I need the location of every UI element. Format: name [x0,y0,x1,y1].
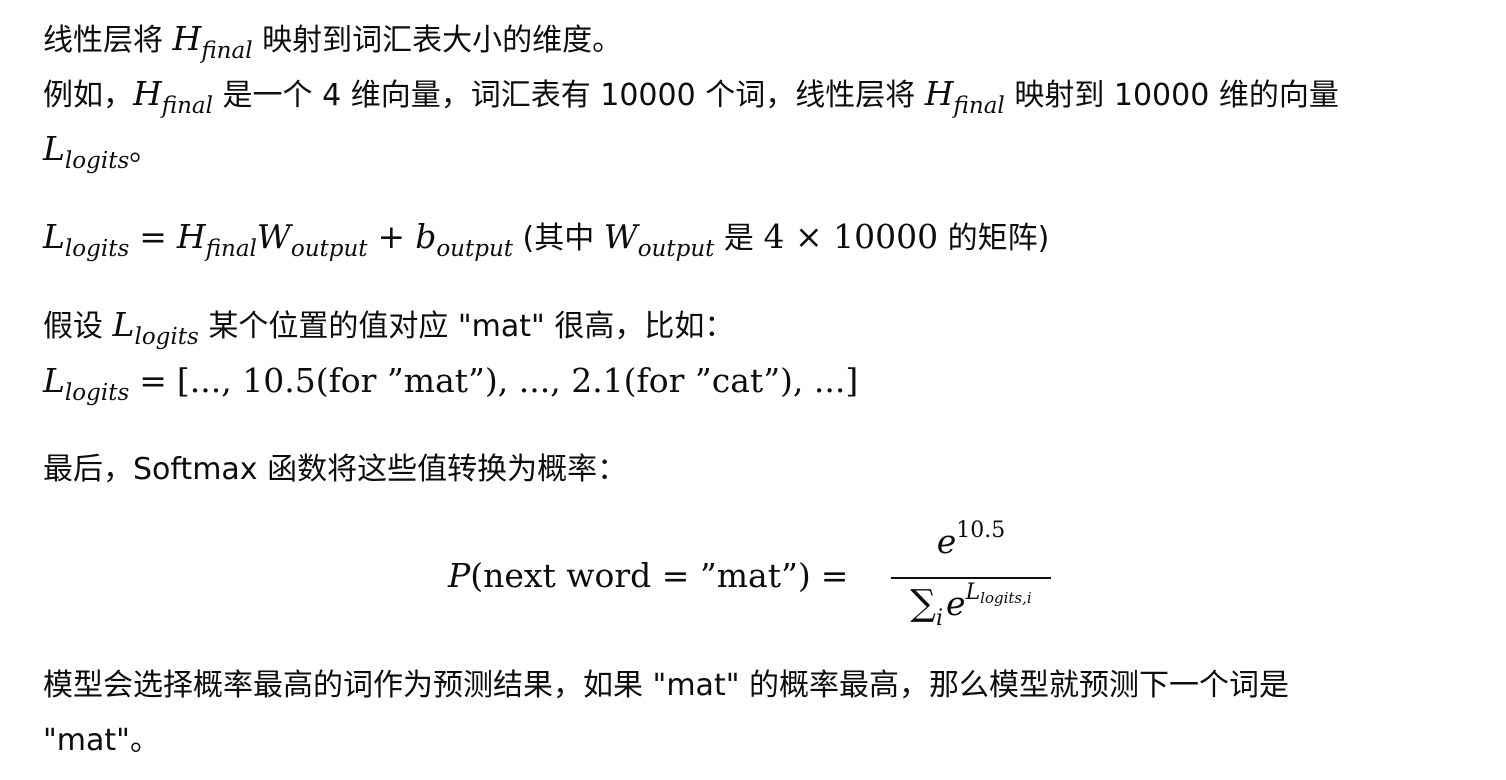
math-b-output: b [415,217,437,256]
text-span: 是 [714,221,764,256]
math-sum-symbol: ∑ [910,583,936,624]
fraction-denominator: ∑ieLlogits,i [891,580,1051,632]
text-span: (其中 [513,221,604,256]
equation-linear-projection: Llogits = HfinalWoutput + boutput (其中 Woutpu… [43,217,1050,262]
math-subscript: output [290,236,368,262]
math-subscript: logits [64,236,130,262]
math-subscript: logits [134,324,199,350]
paragraph-example-line-1: 例如，Hfinal 是一个 4 维向量，词汇表有 10000 个词，线性层将 H… [43,74,1339,119]
paragraph-softmax-intro: 最后，Softmax 函数将这些值转换为概率： [43,450,627,490]
paragraph-prediction-line-2: "mat"。 [43,721,160,761]
paragraph-linear-layer: 线性层将 Hfinal 映射到词汇表大小的维度。 [43,19,623,64]
math-h-final: H [176,217,206,256]
math-subscript: final [953,93,1005,119]
text-span: 映射到词汇表大小的维度。 [252,23,623,58]
text-span: 最后，Softmax 函数将这些值转换为概率： [43,452,628,487]
text-span: "mat"。 [43,723,160,758]
math-matrix-dims: 4 × 10000 [763,217,939,256]
math-e: e [946,584,966,623]
math-l-logits: L [43,361,65,400]
text-span: 的矩阵) [938,221,1050,256]
text-span: 是一个 4 维向量，词汇表有 10000 个词，线性层将 [213,78,925,113]
math-logits-values: [..., 10.5(for ”mat”), ..., 2.1(for ”cat… [176,361,859,400]
equation-softmax: P(next word = ”mat”) = e10.5 ∑ieLlogits,i [448,518,1088,632]
text-span: 线性层将 [43,23,173,58]
math-plus: + [377,217,406,256]
math-subscript: final [201,38,253,64]
equation-logits-vector: Llogits = [..., 10.5(for ”mat”), ..., 2.1(… [43,361,859,406]
math-subscript: logits,i [980,589,1032,607]
math-subscript: output [637,236,715,262]
math-exponent: L [965,580,981,605]
math-h-final: H [924,74,954,113]
fraction-numerator: e10.5 [891,518,1051,567]
math-l-logits: L [43,129,65,168]
math-w-output: W [256,217,291,256]
math-h-final: H [172,19,202,58]
math-l-logits: L [112,305,135,344]
paragraph-assume: 假设 Llogits 某个位置的值对应 "mat" 很高，比如： [43,305,735,350]
math-equals: = [139,217,167,256]
math-exponent: 10.5 [956,518,1006,543]
paragraph-example-line-2: Llogits。 [43,129,160,174]
math-subscript: final [205,236,257,262]
fraction-bar [891,577,1051,579]
text-span: 映射到 10000 维的向量 [1004,78,1339,113]
text-span: 。 [129,133,160,168]
text-span: 例如， [43,78,133,113]
math-sum-index: i [935,606,944,631]
math-w-output: W [603,217,638,256]
math-h-final: H [133,74,162,113]
math-subscript: final [161,93,214,119]
text-span: 某个位置的值对应 "mat" 很高，比如： [198,309,735,344]
text-span: 假设 [43,309,113,344]
softmax-fraction: e10.5 ∑ieLlogits,i [891,518,1051,632]
math-p: P [448,556,471,595]
text-span: 模型会选择概率最高的词作为预测结果，如果 "mat" 的概率最高，那么模型就预测… [43,668,1290,703]
math-equals: = [820,556,849,595]
math-equals: = [139,361,167,400]
math-argument: (next word = ”mat”) [470,556,811,595]
math-subscript: logits [64,380,130,406]
math-subscript: output [436,236,513,262]
paragraph-prediction-line-1: 模型会选择概率最高的词作为预测结果，如果 "mat" 的概率最高，那么模型就预测… [43,666,1289,706]
softmax-lhs: P(next word = ”mat”) = [448,556,858,596]
math-subscript: logits [64,148,130,174]
math-e: e [936,522,957,561]
math-l-logits: L [43,217,65,256]
